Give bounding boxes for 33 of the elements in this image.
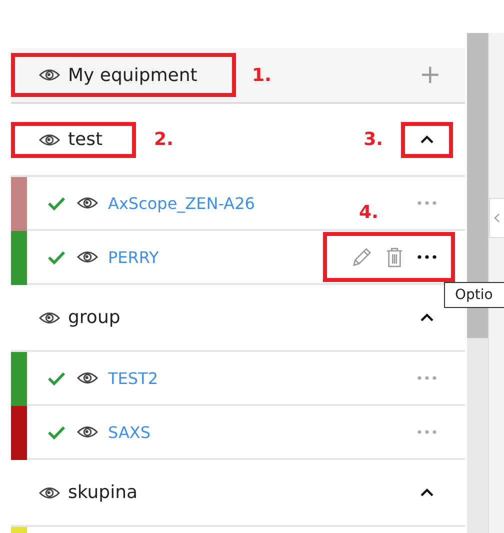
group-name[interactable]: group xyxy=(68,307,120,328)
add-button[interactable]: + xyxy=(419,60,441,90)
equipment-link[interactable]: SAXS xyxy=(108,422,151,442)
more-options-icon[interactable] xyxy=(417,255,437,259)
check-icon[interactable] xyxy=(47,370,66,386)
pencil-icon[interactable] xyxy=(351,246,372,268)
trash-icon[interactable] xyxy=(386,246,403,268)
eye-icon[interactable] xyxy=(77,196,98,210)
eye-icon[interactable] xyxy=(77,250,98,264)
panel-title: My equipment xyxy=(68,64,198,86)
collapse-icon[interactable] xyxy=(420,488,434,497)
eye-icon[interactable] xyxy=(39,68,60,82)
check-icon[interactable] xyxy=(47,250,66,264)
collapse-icon[interactable] xyxy=(420,313,434,322)
eye-icon[interactable] xyxy=(39,486,60,500)
check-icon[interactable] xyxy=(47,424,66,440)
eye-icon[interactable] xyxy=(77,371,98,385)
eye-icon[interactable] xyxy=(77,425,98,439)
annotation-number: 3. xyxy=(364,129,383,150)
equipment-link[interactable]: PERRY xyxy=(108,248,159,266)
tooltip: Optio xyxy=(444,282,504,308)
eye-icon[interactable] xyxy=(39,310,60,324)
annotation-number: 2. xyxy=(154,129,174,150)
group-name[interactable]: test xyxy=(68,129,103,150)
chevron-left-icon xyxy=(494,213,500,223)
equipment-link[interactable]: TEST2 xyxy=(108,368,158,388)
annotation-number: 4. xyxy=(359,202,378,223)
equipment-link[interactable]: AxScope_ZEN-A26 xyxy=(108,194,255,212)
check-icon[interactable] xyxy=(47,196,66,210)
collapse-icon[interactable] xyxy=(420,135,434,144)
annotation-number: 1. xyxy=(252,64,272,86)
group-name[interactable]: skupina xyxy=(68,482,138,503)
eye-icon[interactable] xyxy=(39,132,60,146)
